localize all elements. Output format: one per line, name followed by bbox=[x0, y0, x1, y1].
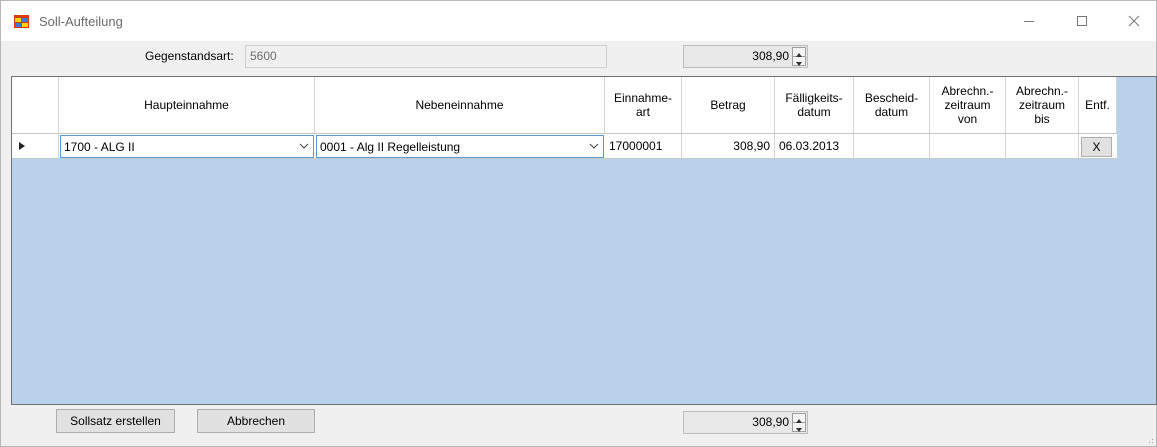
row-selector[interactable] bbox=[12, 134, 59, 158]
sum-stepper-bottom[interactable]: 308,90 bbox=[683, 411, 808, 434]
spin-up-button[interactable] bbox=[793, 414, 805, 423]
delete-row-button[interactable]: X bbox=[1081, 137, 1112, 157]
chevron-down-icon bbox=[589, 143, 599, 149]
spin-up-button[interactable] bbox=[793, 48, 805, 57]
spin-buttons-bottom[interactable] bbox=[792, 413, 806, 432]
gegenstandsart-field[interactable]: 5600 bbox=[245, 45, 607, 68]
sollsatz-erstellen-button[interactable]: Sollsatz erstellen bbox=[56, 409, 175, 433]
haupteinnahme-value: 1700 - ALG II bbox=[64, 140, 135, 154]
spin-down-button[interactable] bbox=[793, 423, 805, 432]
sum-stepper-top[interactable]: 308,90 bbox=[683, 45, 808, 68]
haupteinnahme-combo[interactable]: 1700 - ALG II bbox=[60, 135, 314, 158]
header-einnahmeart[interactable]: Einnahme- art bbox=[605, 77, 682, 133]
soll-aufteilung-window: Soll-Aufteilung Gegenstandsart: 5600 308… bbox=[0, 0, 1157, 447]
zeitraum-bis-cell[interactable] bbox=[1006, 134, 1079, 158]
minimize-icon bbox=[1024, 21, 1034, 22]
minimize-button[interactable] bbox=[1006, 1, 1052, 41]
title-bar[interactable]: Soll-Aufteilung bbox=[1, 1, 1156, 41]
grid-header: Haupteinnahme Nebeneinnahme Einnahme- ar… bbox=[12, 77, 1117, 134]
bescheiddatum-cell[interactable] bbox=[854, 134, 930, 158]
spin-buttons-top[interactable] bbox=[792, 47, 806, 66]
close-icon bbox=[1128, 15, 1140, 27]
current-row-arrow-icon bbox=[19, 142, 25, 150]
chevron-down-icon bbox=[299, 143, 309, 149]
app-window-icon bbox=[14, 15, 29, 28]
header-faelligkeitsdatum[interactable]: Fälligkeits- datum bbox=[775, 77, 854, 133]
header-row-selector bbox=[12, 77, 59, 133]
header-betrag[interactable]: Betrag bbox=[682, 77, 775, 133]
header-entf[interactable]: Entf. bbox=[1079, 77, 1117, 133]
nebeneinnahme-combo[interactable]: 0001 - Alg II Regelleistung bbox=[316, 135, 604, 158]
sum-value-top[interactable]: 308,90 bbox=[684, 46, 792, 67]
table-row[interactable]: 1700 - ALG II 0001 - Alg II Regelleistun… bbox=[12, 134, 1117, 159]
header-haupteinnahme[interactable]: Haupteinnahme bbox=[59, 77, 315, 133]
resize-grip-icon[interactable] bbox=[1146, 436, 1154, 444]
abbrechen-button[interactable]: Abbrechen bbox=[197, 409, 315, 433]
gegenstandsart-label: Gegenstandsart: bbox=[145, 49, 234, 63]
nebeneinnahme-value: 0001 - Alg II Regelleistung bbox=[320, 140, 461, 154]
caret-down-icon bbox=[796, 62, 802, 66]
header-zeitraum-bis[interactable]: Abrechn.- zeitraum bis bbox=[1006, 77, 1079, 133]
zeitraum-von-cell[interactable] bbox=[930, 134, 1006, 158]
spin-down-button[interactable] bbox=[793, 57, 805, 66]
header-nebeneinnahme[interactable]: Nebeneinnahme bbox=[315, 77, 605, 133]
maximize-button[interactable] bbox=[1059, 1, 1105, 41]
betrag-cell[interactable]: 308,90 bbox=[682, 134, 775, 158]
soll-grid[interactable]: Haupteinnahme Nebeneinnahme Einnahme- ar… bbox=[11, 76, 1157, 405]
einnahmeart-cell[interactable]: 17000001 bbox=[605, 134, 682, 158]
sum-value-bottom[interactable]: 308,90 bbox=[684, 412, 792, 433]
window-title: Soll-Aufteilung bbox=[39, 14, 123, 29]
close-button[interactable] bbox=[1111, 1, 1157, 41]
header-bescheiddatum[interactable]: Bescheid- datum bbox=[854, 77, 930, 133]
faelligkeitsdatum-cell[interactable]: 06.03.2013 bbox=[775, 134, 854, 158]
caret-down-icon bbox=[796, 428, 802, 432]
maximize-icon bbox=[1077, 16, 1087, 26]
header-zeitraum-von[interactable]: Abrechn.- zeitraum von bbox=[930, 77, 1006, 133]
